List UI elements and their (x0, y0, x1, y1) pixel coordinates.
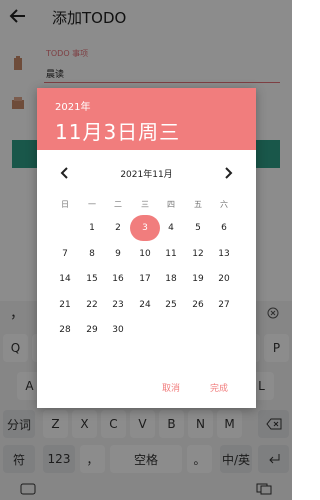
calendar-day[interactable]: 27 (211, 296, 237, 314)
calendar-day[interactable]: 24 (132, 296, 158, 314)
calendar-day[interactable]: 25 (158, 296, 184, 314)
calendar-day[interactable]: 9 (105, 245, 131, 263)
calendar-day[interactable]: 17 (132, 270, 158, 288)
weekday-label: 五 (194, 200, 202, 209)
calendar-day[interactable]: 2 (105, 219, 131, 237)
calendar-day[interactable]: 4 (158, 219, 184, 237)
calendar-day-selected[interactable]: 3 (132, 219, 158, 237)
weekday-label: 二 (114, 200, 122, 209)
weekday-label: 三 (141, 200, 149, 209)
calendar-day[interactable]: 12 (185, 245, 211, 263)
calendar-day[interactable]: 8 (79, 245, 105, 263)
calendar-day[interactable]: 5 (185, 219, 211, 237)
calendar-day[interactable]: 19 (185, 270, 211, 288)
cancel-button[interactable]: 取消 (162, 381, 180, 394)
calendar-day[interactable]: 1 (79, 219, 105, 237)
date-picker-dialog: 2021年 11月3日周三 2021年11月 日一二三四五六1234567891… (37, 88, 256, 408)
calendar-day[interactable]: 14 (52, 270, 78, 288)
calendar-day[interactable]: 26 (185, 296, 211, 314)
calendar-day[interactable]: 28 (52, 321, 78, 339)
weekday-label: 一 (88, 200, 96, 209)
calendar-day[interactable]: 6 (211, 219, 237, 237)
calendar-day[interactable]: 22 (79, 296, 105, 314)
weekday-label: 日 (61, 200, 69, 209)
calendar-day[interactable]: 30 (105, 321, 131, 339)
calendar-day[interactable]: 16 (105, 270, 131, 288)
calendar-day[interactable]: 21 (52, 296, 78, 314)
calendar-day[interactable]: 23 (105, 296, 131, 314)
calendar-day[interactable]: 15 (79, 270, 105, 288)
calendar-day[interactable]: 13 (211, 245, 237, 263)
calendar-day[interactable]: 11 (158, 245, 184, 263)
next-month-icon[interactable] (222, 166, 234, 180)
calendar-day[interactable]: 7 (52, 245, 78, 263)
header-year[interactable]: 2021年 (55, 98, 90, 113)
header-date: 11月3日周三 (55, 120, 181, 144)
calendar-day[interactable]: 10 (132, 245, 158, 263)
done-button[interactable]: 完成 (210, 381, 228, 394)
calendar-day[interactable]: 29 (79, 321, 105, 339)
weekday-label: 四 (167, 200, 175, 209)
weekday-label: 六 (220, 200, 228, 209)
calendar-day[interactable]: 20 (211, 270, 237, 288)
calendar-day[interactable]: 18 (158, 270, 184, 288)
date-picker-header: 2021年 11月3日周三 (37, 88, 256, 150)
